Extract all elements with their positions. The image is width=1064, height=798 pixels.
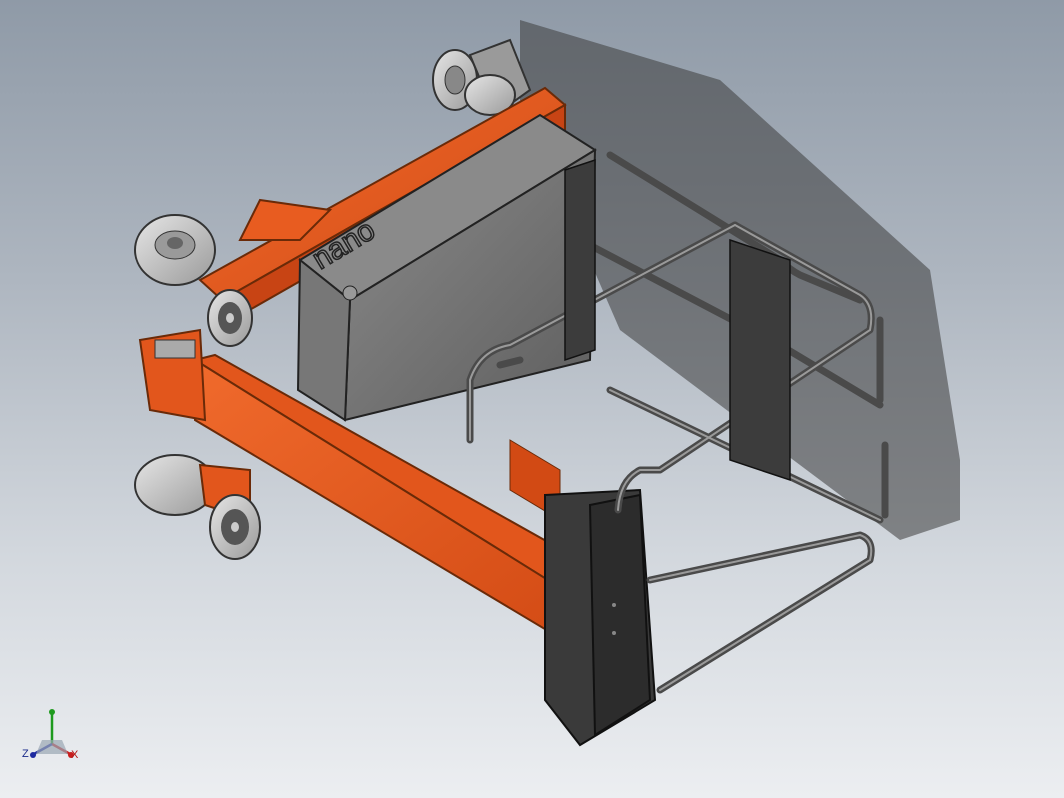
x-axis-label: X [71,749,79,761]
bumper-handle [544,488,657,747]
small-wheel-lower [209,494,261,560]
left-wheel-top [134,214,216,286]
triad-graphic [30,709,74,758]
small-wheel-upper [207,289,253,347]
z-axis-label: Z [22,748,29,760]
cad-model[interactable]: nano [0,0,1064,798]
front-mechanism [138,328,207,422]
graphics-viewport[interactable]: nano Z X [0,0,1064,798]
axis-triad[interactable]: Z X [20,700,90,770]
